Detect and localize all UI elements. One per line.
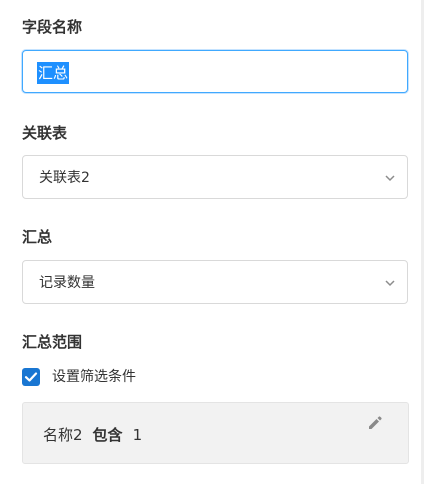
filter-checkbox-label[interactable]: 设置筛选条件 [52, 367, 136, 387]
summary-label: 汇总 [22, 228, 53, 246]
filter-field: 名称2 [43, 426, 83, 444]
summary-selected-value: 记录数量 [39, 275, 95, 291]
summary-select[interactable]: 记录数量 [22, 260, 408, 304]
related-table-label: 关联表 [22, 124, 68, 142]
field-name-input-value[interactable]: 汇总 [37, 62, 70, 84]
chevron-down-icon[interactable] [383, 276, 397, 290]
field-name-label: 字段名称 [22, 18, 83, 36]
filter-condition-card[interactable]: 名称2 包含 1 [22, 402, 409, 464]
filter-value: 1 [132, 426, 143, 444]
summary-scope-label: 汇总范围 [22, 333, 83, 351]
filter-condition: 名称2 包含 1 [43, 424, 142, 446]
related-table-selected-value: 关联表2 [39, 170, 90, 186]
related-table-select[interactable]: 关联表2 [22, 155, 408, 199]
filter-checkbox[interactable] [22, 368, 40, 386]
checkmark-icon [24, 372, 38, 382]
form-panel: 字段名称 汇总 关联表 关联表2 汇总 记录数量 汇总范围 设置筛选条件 名称2… [0, 0, 424, 484]
field-name-input[interactable]: 汇总 [22, 50, 408, 93]
pencil-edit-icon[interactable] [366, 414, 384, 432]
filter-operator: 包含 [92, 426, 123, 444]
chevron-down-icon[interactable] [383, 171, 397, 185]
